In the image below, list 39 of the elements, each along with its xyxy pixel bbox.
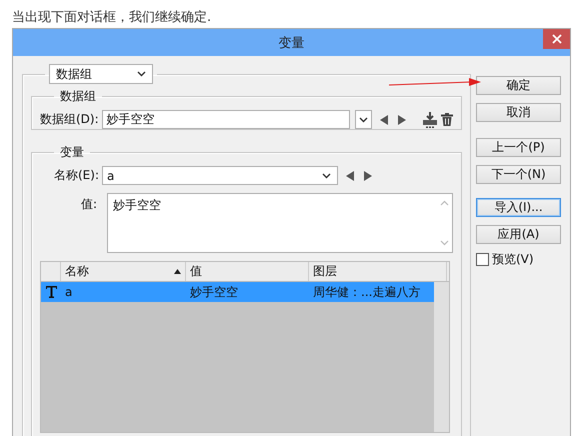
data-set-field[interactable]: 妙手空空 [102, 110, 350, 129]
close-button[interactable] [543, 29, 570, 49]
group-title: 数据组 [59, 88, 97, 105]
window-title: 变量 [278, 34, 304, 52]
dialog-button[interactable]: 应用(A) [476, 225, 561, 244]
data-set-dropdown[interactable]: 数据组 [49, 64, 153, 84]
field-label: 数据组(D): [40, 111, 99, 128]
group-title: 变量 [59, 144, 85, 161]
trash-icon[interactable] [440, 113, 453, 126]
chevron-down-icon [322, 172, 331, 178]
dialog-button[interactable]: 取消 [476, 103, 561, 122]
column-header[interactable]: 名称 [61, 262, 186, 281]
next-icon[interactable] [396, 114, 406, 124]
next-icon[interactable] [363, 170, 372, 180]
field-label: 名称(E): [54, 167, 99, 184]
dialog-button[interactable]: 下一个(N) [476, 165, 561, 184]
column-header[interactable]: 图层 [309, 262, 447, 281]
sort-ascending-icon [174, 269, 181, 274]
text-layer-icon [46, 286, 56, 298]
close-icon [552, 34, 562, 44]
previous-icon[interactable] [380, 114, 389, 124]
preview-checkbox[interactable] [476, 253, 489, 266]
dialog-button[interactable]: 导入(I)... [476, 198, 561, 217]
chevron-down-icon [358, 116, 368, 122]
checkbox-label: 预览(V) [492, 251, 534, 268]
dialog-button[interactable]: 上一个(P) [476, 138, 561, 157]
table-cell-text: 周华健：...走遍八方 [312, 284, 422, 300]
table-cell-text: 妙手空空 [189, 284, 239, 300]
chevron-down-icon [137, 71, 146, 77]
import-icon[interactable] [422, 112, 438, 128]
caption-text: 当出现下面对话框，我们继续确定. [11, 9, 212, 27]
previous-icon[interactable] [346, 170, 355, 180]
table-cell-text: a [64, 285, 74, 299]
name-field[interactable]: a [102, 166, 338, 185]
dialog-button[interactable]: 确定 [476, 76, 561, 95]
field-label: 值: [81, 196, 98, 213]
dropdown-button[interactable] [354, 110, 372, 129]
scroll-track[interactable] [434, 282, 449, 432]
column-header[interactable]: 值 [186, 262, 309, 281]
